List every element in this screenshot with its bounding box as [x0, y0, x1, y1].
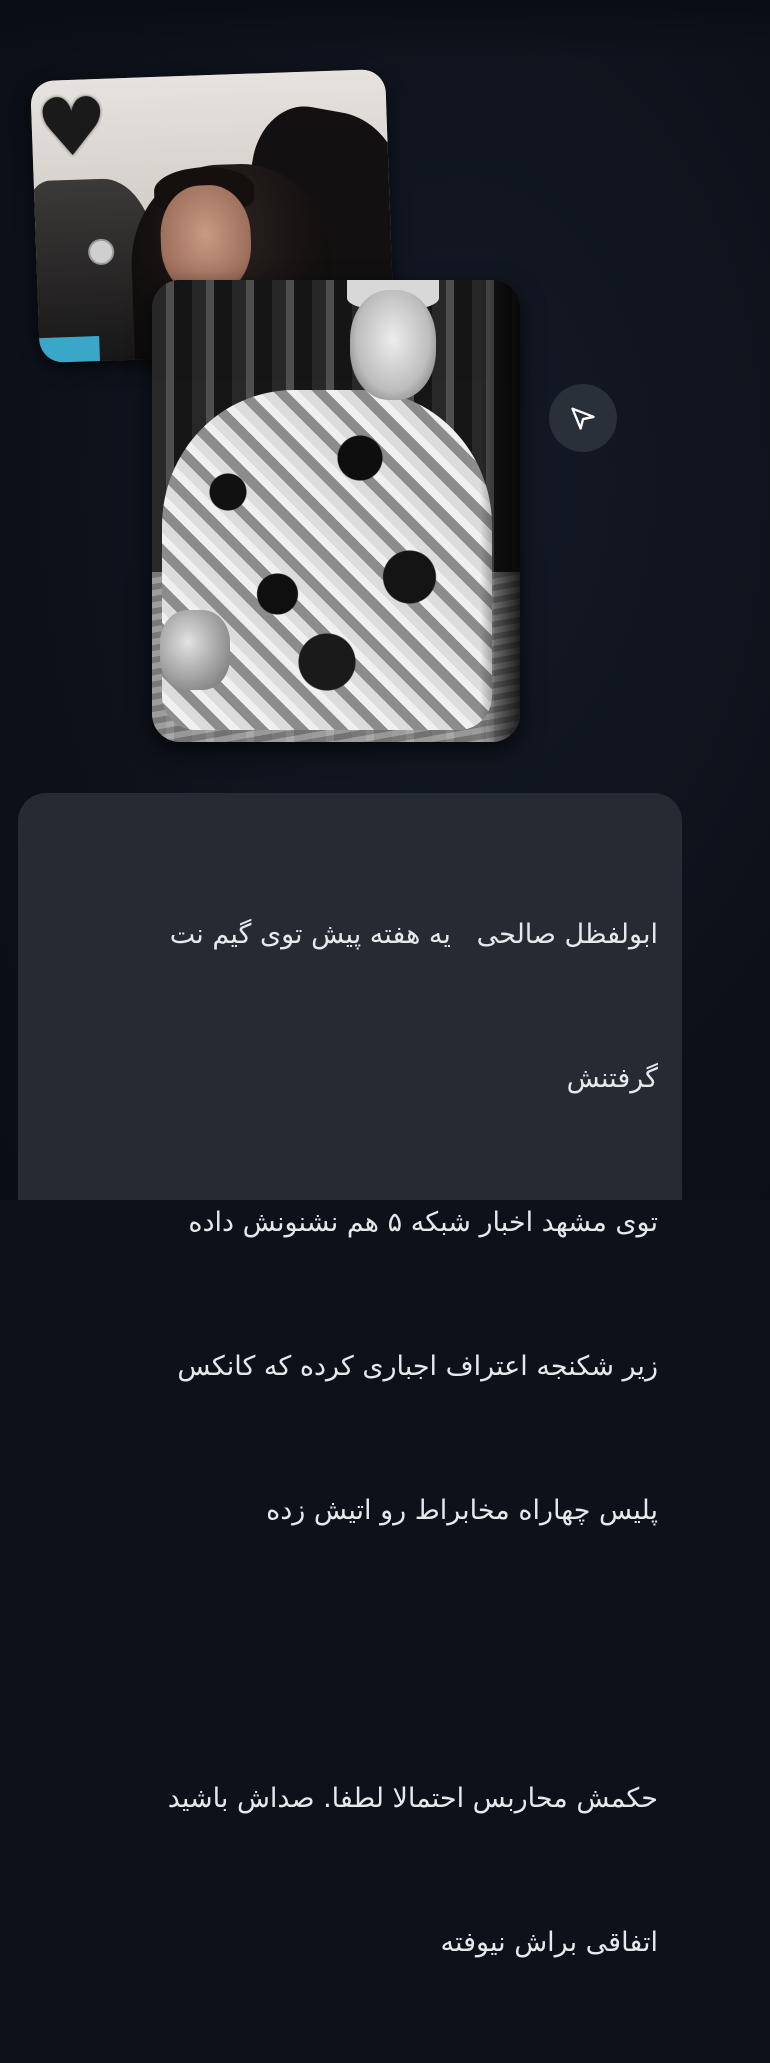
message-line: توی مشهد اخبار شبکه ۵ هم نشنونش داده — [188, 1207, 658, 1238]
share-arrow-icon — [571, 407, 595, 430]
message-line: زیر شکنجه اعتراف اجباری کرده که کانکس — [177, 1351, 658, 1382]
photo-front-face — [350, 290, 436, 400]
message-line: ابولفظل صالحی یه هفته پیش توی گیم نت — [169, 919, 658, 950]
photo-front-hand — [160, 610, 230, 690]
photo-front[interactable] — [152, 280, 520, 742]
message-line: پلیس چهاراه مخابراط رو اتیش زده — [266, 1495, 658, 1526]
message-line: اتفاقی براش نیوفته — [440, 1927, 659, 1958]
message-line: گرفتنش — [566, 1063, 658, 1094]
share-button[interactable] — [549, 384, 617, 452]
photo-front-shade — [480, 280, 520, 742]
message-text: ابولفظل صالحی یه هفته پیش توی گیم نت گرف… — [48, 815, 658, 2063]
black-heart-icon: ♥ — [34, 79, 110, 176]
message-bubble[interactable]: ابولفظل صالحی یه هفته پیش توی گیم نت گرف… — [18, 793, 682, 1958]
photo-blue-edge — [39, 336, 100, 364]
top-strip — [0, 0, 770, 60]
message-line: حکمش محاربس احتمالا لطفا. صداش باشید — [167, 1783, 658, 1814]
